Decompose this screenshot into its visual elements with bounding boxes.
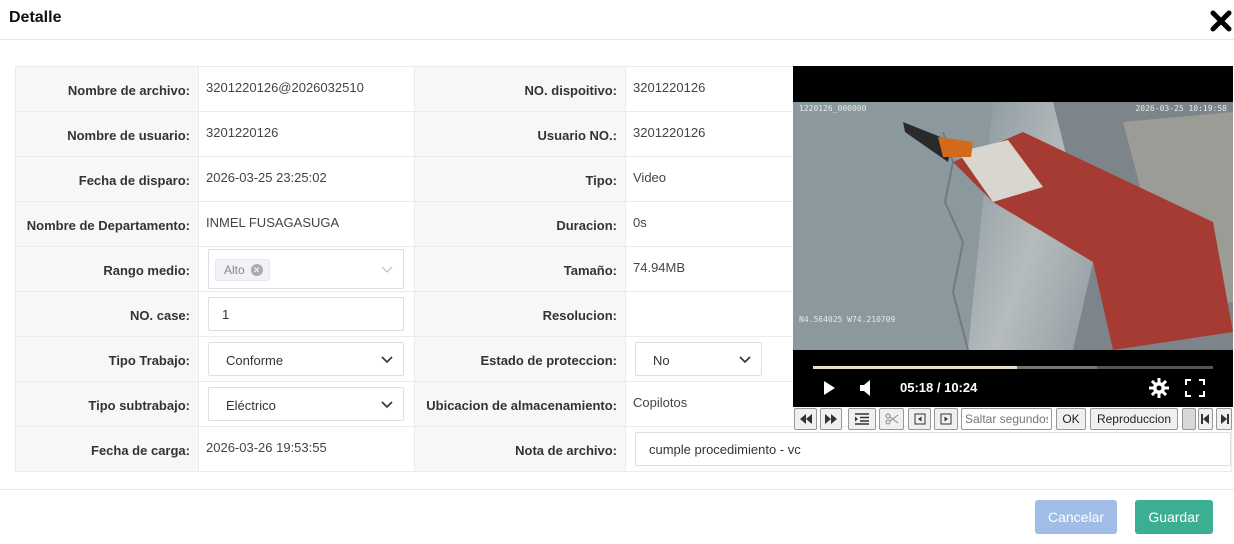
- subwork-type-select[interactable]: Eléctrico: [208, 387, 404, 421]
- skip-to-start-icon[interactable]: [1198, 408, 1213, 430]
- range-tag-label: Alto: [224, 263, 245, 277]
- dialog-header: Detalle: [0, 0, 1234, 40]
- video-toolbar: OK Reproduccion: [793, 407, 1234, 431]
- fast-forward-icon[interactable]: [820, 408, 842, 430]
- label-protection-state: Estado de proteccion:: [414, 336, 626, 382]
- label-user-no: Usuario NO.:: [414, 111, 626, 157]
- video-osd-top-right: 2026-03-25 10:19:58: [1135, 104, 1227, 113]
- settings-gear-icon[interactable]: [1149, 378, 1169, 403]
- value-file-name: 3201220126@2026032510: [206, 79, 364, 95]
- label-storage-location: Ubicacion de almacenamiento:: [414, 381, 626, 427]
- video-player[interactable]: 1220126_000000 2026-03-25 10:19:58 N4.56…: [793, 66, 1233, 407]
- label-resolution: Resolucion:: [414, 291, 626, 337]
- time-display: 05:18 / 10:24: [900, 380, 978, 395]
- label-trigger-date: Fecha de disparo:: [15, 156, 199, 202]
- label-case-no: NO. case:: [15, 291, 199, 337]
- toolbar-scroll[interactable]: [1182, 408, 1196, 430]
- scissors-icon[interactable]: [879, 408, 904, 430]
- prev-frame-icon[interactable]: [908, 408, 931, 430]
- value-trigger-date: 2026-03-25 23:25:02: [206, 169, 327, 185]
- video-frame[interactable]: 1220126_000000 2026-03-25 10:19:58 N4.56…: [793, 102, 1233, 350]
- play-icon[interactable]: [821, 380, 837, 401]
- video-osd-bottom-left: N4.564025 W74.210709: [799, 315, 896, 324]
- playback-button[interactable]: Reproduccion: [1090, 408, 1178, 430]
- value-upload-date: 2026-03-26 19:53:55: [206, 439, 327, 455]
- protection-state-value: No: [653, 353, 670, 368]
- file-note-value: cumple procedimiento - vc: [649, 442, 801, 457]
- subwork-type-value: Eléctrico: [226, 398, 276, 413]
- video-frame-image: [793, 102, 1233, 350]
- label-duration: Duracion:: [414, 201, 626, 247]
- label-range: Rango medio:: [15, 246, 199, 292]
- dialog-title: Detalle: [9, 9, 62, 26]
- value-department: INMEL FUSAGASUGA: [206, 214, 340, 230]
- tag-close-icon[interactable]: ✕: [250, 263, 263, 276]
- seek-bar[interactable]: [813, 366, 1213, 369]
- range-select[interactable]: Alto ✕: [208, 249, 404, 289]
- chevron-down-icon: [381, 356, 393, 364]
- label-type: Tipo:: [414, 156, 626, 202]
- work-type-value: Conforme: [226, 353, 284, 368]
- skip-seconds-input[interactable]: [961, 408, 1052, 430]
- file-note-input[interactable]: cumple procedimiento - vc: [635, 432, 1231, 466]
- next-frame-icon[interactable]: [934, 408, 958, 430]
- label-subwork-type: Tipo subtrabajo:: [15, 381, 199, 427]
- value-user-name: 3201220126: [206, 124, 279, 140]
- case-no-input[interactable]: 1: [208, 297, 404, 331]
- close-icon[interactable]: [1208, 8, 1234, 34]
- label-file-note: Nota de archivo:: [414, 426, 626, 472]
- chevron-down-icon: [739, 356, 751, 364]
- dialog-footer: [0, 489, 1234, 490]
- label-upload-date: Fecha de carga:: [15, 426, 199, 472]
- label-department: Nombre de Departamento:: [15, 201, 199, 247]
- label-file-name: Nombre de archivo:: [15, 66, 199, 112]
- video-osd-top-left: 1220126_000000: [799, 104, 867, 113]
- range-tag: Alto ✕: [215, 259, 270, 281]
- ok-button[interactable]: OK: [1056, 408, 1086, 430]
- cancel-button[interactable]: Cancelar: [1035, 500, 1117, 534]
- label-work-type: Tipo Trabajo:: [15, 336, 199, 382]
- protection-state-select[interactable]: No: [635, 342, 762, 376]
- chevron-down-icon: [381, 266, 393, 273]
- fullscreen-icon[interactable]: [1185, 379, 1205, 402]
- label-user-name: Nombre de usuario:: [15, 111, 199, 157]
- label-device-no: NO. dispoitivo:: [414, 66, 626, 112]
- seek-played: [813, 366, 1017, 369]
- save-button[interactable]: Guardar: [1135, 500, 1213, 534]
- work-type-select[interactable]: Conforme: [208, 342, 404, 376]
- label-size: Tamaño:: [414, 246, 626, 292]
- skip-to-end-icon[interactable]: [1216, 408, 1232, 430]
- case-no-value: 1: [222, 307, 230, 322]
- list-indent-icon[interactable]: [848, 408, 876, 430]
- volume-icon[interactable]: [859, 380, 873, 401]
- chevron-down-icon: [381, 401, 393, 409]
- rewind-icon[interactable]: [794, 408, 817, 430]
